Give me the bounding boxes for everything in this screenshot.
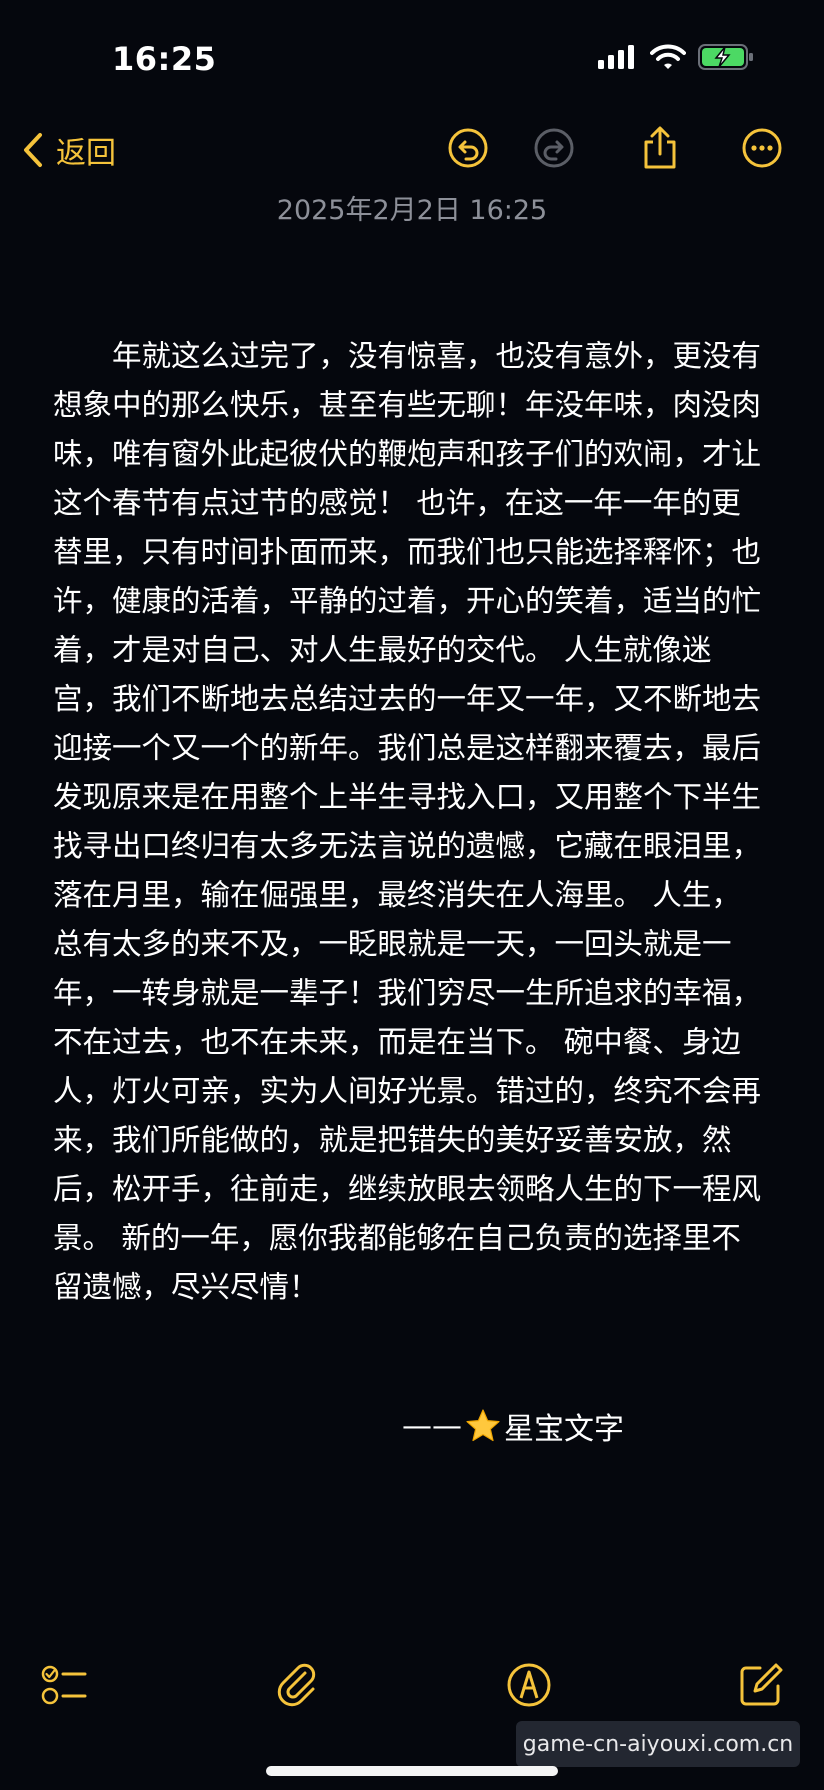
watermark-label: game-cn-aiyouxi.com.cn [516,1721,800,1767]
undo-button[interactable] [446,126,490,170]
note-body-text[interactable]: 年就这么过完了，没有惊喜，也没有意外，更没有想象中的那么快乐，甚至有些无聊！年没… [53,332,763,1312]
checklist-icon [41,1665,87,1705]
compose-button[interactable] [736,1660,786,1710]
checklist-button[interactable] [40,1660,90,1710]
cellular-signal-icon [598,45,634,69]
share-icon [644,126,676,169]
share-button[interactable] [638,126,682,170]
markup-button[interactable] [504,1660,554,1710]
home-indicator[interactable] [266,1766,558,1776]
note-signature: —— 星宝文字 [402,1404,624,1448]
signature-dash: —— [402,1408,462,1444]
attachment-button[interactable] [272,1660,322,1710]
back-label: 返回 [56,136,116,171]
back-button[interactable]: 返回 [22,128,116,172]
star-icon [466,1409,500,1442]
signature-text: 星宝文字 [504,1412,624,1447]
compose-icon [740,1663,783,1706]
redo-icon [534,128,574,168]
markup-pen-icon [507,1663,551,1707]
wifi-icon [650,44,686,69]
battery-charging-icon [698,44,753,70]
status-bar: 16:25 [0,0,824,120]
undo-icon [448,128,488,168]
status-icons [598,44,754,70]
paperclip-icon [277,1663,316,1707]
status-time: 16:25 [112,40,217,78]
more-button[interactable] [740,126,784,170]
chevron-left-icon [24,133,42,167]
note-date: 2025年2月2日 16:25 [276,195,548,226]
nav-bar: 返回 [0,118,824,178]
redo-button[interactable] [532,126,576,170]
more-icon [742,128,782,168]
